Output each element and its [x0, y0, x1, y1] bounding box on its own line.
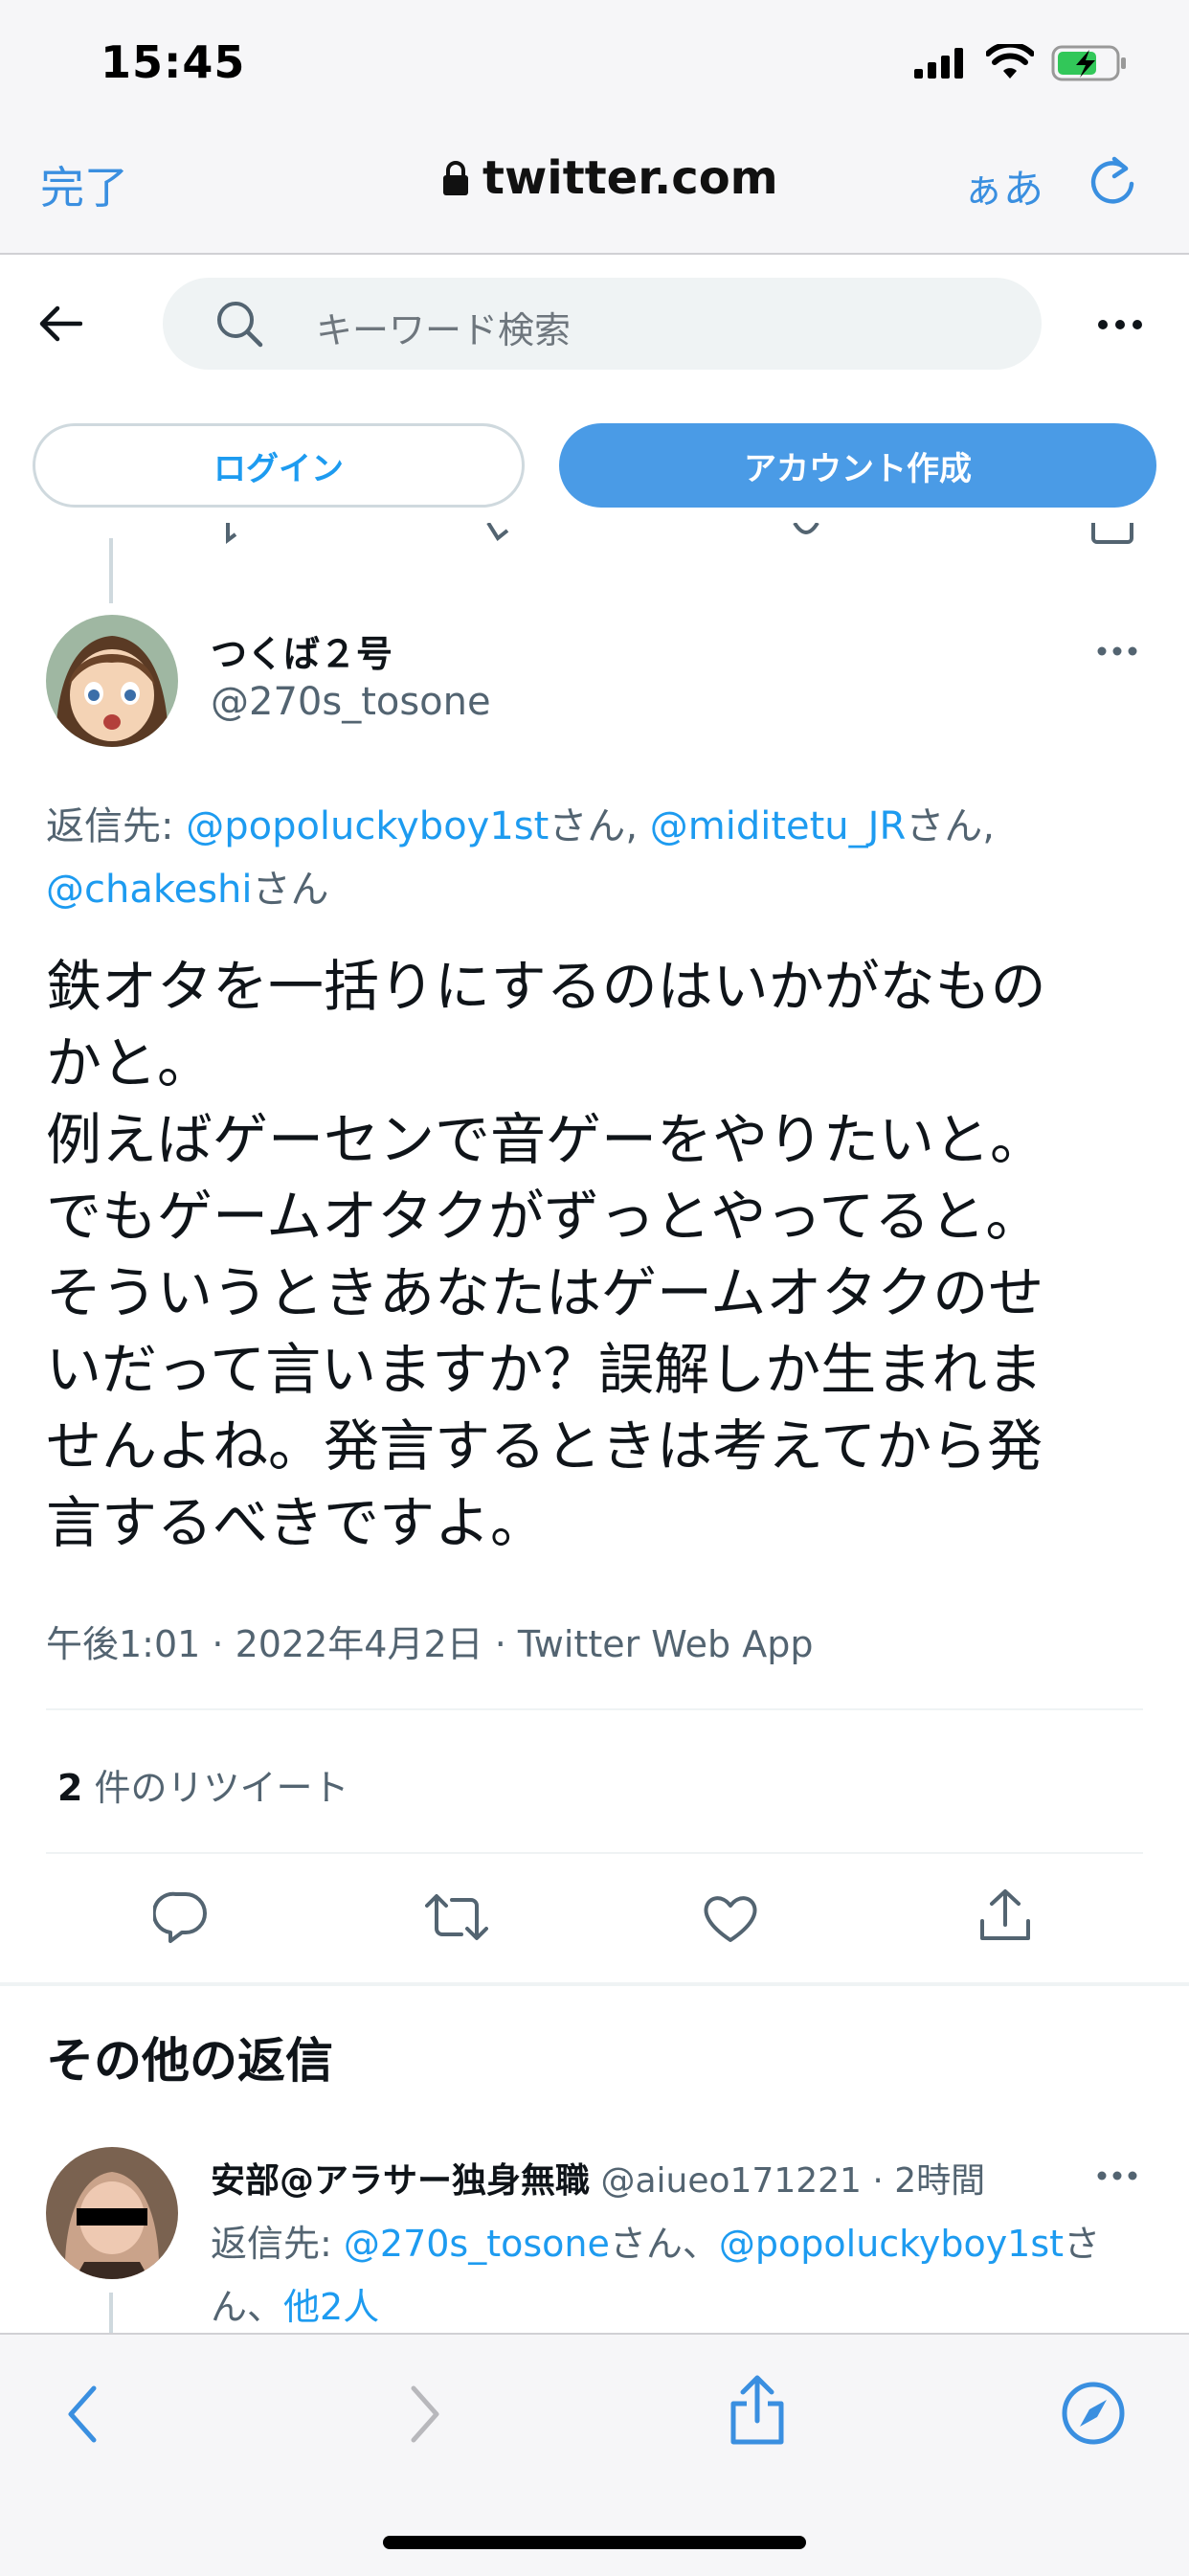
reply-avatar[interactable] [46, 2147, 178, 2279]
search-icon [214, 299, 264, 349]
tweet-more-icon[interactable] [1097, 645, 1137, 657]
login-button[interactable]: ログイン [33, 423, 525, 508]
signup-button[interactable]: アカウント作成 [559, 423, 1156, 508]
mention-link[interactable]: @popoluckyboy1st [186, 804, 549, 848]
thread-connector-line [109, 538, 113, 603]
mention-link[interactable]: @popoluckyboy1st [719, 2223, 1064, 2265]
tweet-timestamp[interactable]: 午後1:01 · 2022年4月2日 · Twitter Web App [46, 1615, 813, 1667]
avatar[interactable] [46, 615, 178, 747]
share-icon[interactable] [726, 2373, 789, 2446]
more-icon[interactable] [1097, 318, 1143, 331]
search-input[interactable] [163, 278, 1042, 370]
reply-icon[interactable] [153, 1890, 209, 1944]
reply-to-line: 返信先: @popoluckyboy1stさん, @miditetu_JRさん,… [46, 804, 995, 912]
battery-icon [1051, 44, 1130, 82]
search-placeholder: キーワード検索 [316, 309, 572, 351]
compass-icon[interactable] [1061, 2381, 1126, 2446]
others-link[interactable]: 他2人 [283, 2286, 379, 2328]
home-indicator [383, 2536, 806, 2549]
mention-link[interactable]: @270s_tosone [344, 2223, 610, 2265]
retweet-count[interactable]: 2 件のリツイート [57, 1758, 349, 1811]
signal-icon [914, 48, 966, 79]
section-separator [0, 1982, 1189, 1986]
tweet-display-name[interactable]: つくば２号 [211, 624, 393, 677]
reply-author[interactable]: 安部@アラサー独身無職 @aiueo171221 · 2時間 [211, 2153, 985, 2203]
divider [46, 1852, 1143, 1854]
back-icon[interactable] [65, 2384, 100, 2444]
mention-link[interactable]: @chakeshi [46, 868, 253, 912]
url-text: twitter.com [482, 151, 778, 205]
text-size-button[interactable]: ぁあ [963, 157, 1043, 215]
reply-to-line: 返信先: @270s_tosoneさん、@popoluckyboy1stさ ん、他… [211, 2223, 1101, 2328]
wifi-icon [986, 44, 1034, 80]
tweet-handle[interactable]: @270s_tosone [211, 680, 491, 724]
url-field[interactable]: twitter.com [442, 151, 778, 205]
reload-icon[interactable] [1088, 153, 1137, 207]
like-icon[interactable] [703, 1894, 758, 1944]
mention-link[interactable]: @miditetu_JR [650, 804, 907, 848]
tweet-body: 鉄オタを一括りにするのはいかがなもの かと。 例えばゲーセンで音ゲーをやりたいと… [46, 954, 1046, 1555]
lock-icon [442, 160, 469, 196]
share-icon[interactable] [978, 1888, 1032, 1944]
back-arrow-icon[interactable] [38, 305, 82, 343]
status-time: 15:45 [101, 36, 246, 88]
retweet-icon[interactable] [425, 1892, 488, 1942]
thread-connector-line [109, 2293, 113, 2335]
divider [46, 1708, 1143, 1710]
done-button[interactable]: 完了 [40, 153, 128, 216]
forward-icon[interactable] [408, 2384, 442, 2444]
hidden-previous-actions [220, 523, 1149, 548]
reply-more-icon[interactable] [1097, 2170, 1137, 2181]
more-replies-title: その他の返信 [46, 2033, 333, 2089]
